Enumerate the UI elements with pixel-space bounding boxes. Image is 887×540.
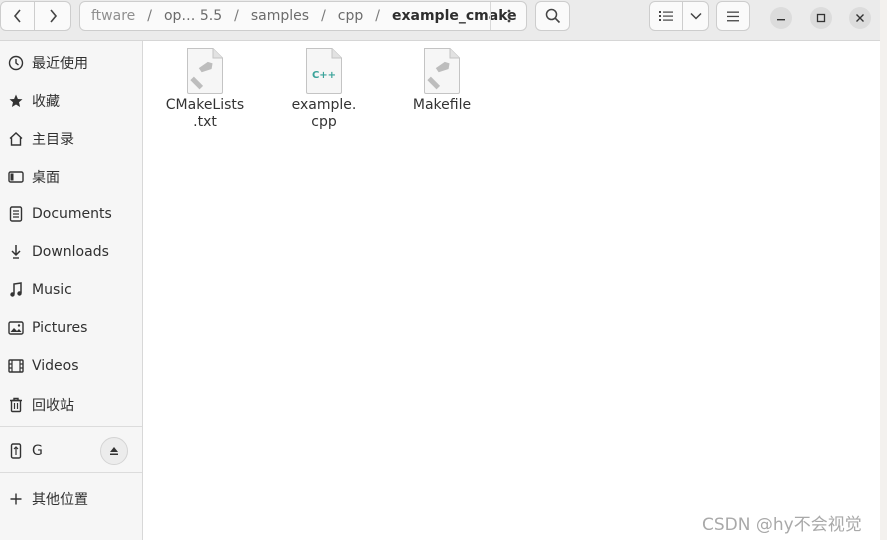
- sidebar-item-videos[interactable]: Videos: [0, 348, 142, 384]
- chevron-right-icon: [49, 9, 57, 23]
- plus-icon: [7, 490, 25, 508]
- desktop-icon: [7, 168, 25, 186]
- file-item-example-cpp[interactable]: C++ example. cpp: [278, 47, 370, 131]
- watermark: CSDN @hy不会视觉: [702, 515, 862, 535]
- chevron-left-icon: [13, 9, 21, 23]
- document-icon: [7, 205, 25, 223]
- vertical-ellipsis-icon: [507, 9, 510, 23]
- picture-icon: [7, 319, 25, 337]
- sidebar-item-label: Music: [32, 282, 72, 298]
- file-name: Makefile: [412, 97, 472, 113]
- cpp-file-icon: C++: [306, 48, 342, 94]
- sidebar-item-label: Videos: [32, 358, 79, 374]
- path-separator: /: [234, 8, 239, 24]
- minimize-button[interactable]: [770, 7, 792, 29]
- trash-icon: [7, 396, 25, 414]
- background-window-edge: [880, 0, 887, 540]
- sidebar-item-other-locations[interactable]: 其他位置: [0, 481, 142, 517]
- file-item-cmakelists[interactable]: CMakeLists .txt: [159, 47, 251, 131]
- minimize-icon: [777, 19, 785, 21]
- path-bar: ftware / op… 5.5 / samples / cpp / examp…: [79, 1, 527, 31]
- sidebar-item-label: 主目录: [32, 132, 74, 148]
- path-segment[interactable]: cpp: [336, 8, 365, 24]
- forward-button[interactable]: [34, 1, 71, 31]
- music-icon: [7, 281, 25, 299]
- sidebar-item-label: 回收站: [32, 398, 74, 414]
- main-menu-button[interactable]: [716, 1, 750, 31]
- path-separator: /: [375, 8, 380, 24]
- sidebar-item-desktop[interactable]: 桌面: [0, 159, 142, 195]
- build-file-icon: [187, 48, 223, 94]
- file-item-makefile[interactable]: Makefile: [396, 47, 488, 114]
- sidebar: 最近使用 收藏 主目录 桌面 Documents Downloads Music…: [0, 41, 143, 540]
- close-button[interactable]: [849, 7, 871, 29]
- path-segment[interactable]: ftware: [89, 8, 137, 24]
- maximize-button[interactable]: [810, 7, 832, 29]
- file-view: CMakeLists .txt C++ example. cpp Makefil…: [143, 41, 880, 540]
- maximize-icon: [816, 13, 826, 23]
- download-icon: [7, 243, 25, 261]
- build-file-icon: [424, 48, 460, 94]
- home-icon: [7, 130, 25, 148]
- sidebar-divider: [0, 426, 142, 427]
- sidebar-item-label: G: [32, 443, 43, 459]
- sidebar-item-documents[interactable]: Documents: [0, 196, 142, 232]
- clock-icon: [7, 54, 25, 72]
- usb-drive-icon: [7, 442, 25, 460]
- sidebar-item-label: Downloads: [32, 244, 109, 260]
- eject-button[interactable]: [100, 437, 128, 465]
- sidebar-item-trash[interactable]: 回收站: [0, 387, 142, 423]
- sidebar-item-home[interactable]: 主目录: [0, 121, 142, 157]
- back-button[interactable]: [0, 1, 35, 31]
- sidebar-item-label: Pictures: [32, 320, 88, 336]
- chevron-down-icon: [689, 12, 702, 20]
- path-segment[interactable]: op… 5.5: [162, 8, 224, 24]
- file-name: example. cpp: [291, 97, 357, 130]
- sidebar-item-label: Documents: [32, 206, 112, 222]
- sidebar-divider: [0, 472, 142, 473]
- sidebar-item-drive-g[interactable]: G: [0, 433, 142, 469]
- path-separator: /: [321, 8, 326, 24]
- view-options-button[interactable]: [682, 1, 709, 31]
- sidebar-item-label: 收藏: [32, 94, 60, 110]
- sidebar-item-pictures[interactable]: Pictures: [0, 310, 142, 346]
- path-menu-button[interactable]: [490, 2, 526, 30]
- file-name: CMakeLists .txt: [165, 97, 245, 130]
- video-icon: [7, 357, 25, 375]
- path-segment[interactable]: samples: [249, 8, 311, 24]
- close-icon: [856, 14, 864, 22]
- sidebar-item-label: 桌面: [32, 170, 60, 186]
- star-icon: [7, 92, 25, 110]
- sidebar-item-downloads[interactable]: Downloads: [0, 234, 142, 270]
- sidebar-item-recent[interactable]: 最近使用: [0, 45, 142, 81]
- search-icon: [545, 8, 560, 24]
- path-separator: /: [147, 8, 152, 24]
- header-bar: ftware / op… 5.5 / samples / cpp / examp…: [0, 0, 880, 41]
- view-toggle-button[interactable]: [649, 1, 683, 31]
- sidebar-item-starred[interactable]: 收藏: [0, 83, 142, 119]
- eject-icon: [110, 447, 118, 455]
- sidebar-item-label: 其他位置: [32, 492, 88, 508]
- list-view-icon: [659, 11, 673, 21]
- search-button[interactable]: [535, 1, 570, 31]
- hamburger-menu-icon: [727, 11, 739, 21]
- sidebar-item-music[interactable]: Music: [0, 272, 142, 308]
- cpp-badge: C++: [312, 70, 336, 81]
- sidebar-item-label: 最近使用: [32, 56, 88, 72]
